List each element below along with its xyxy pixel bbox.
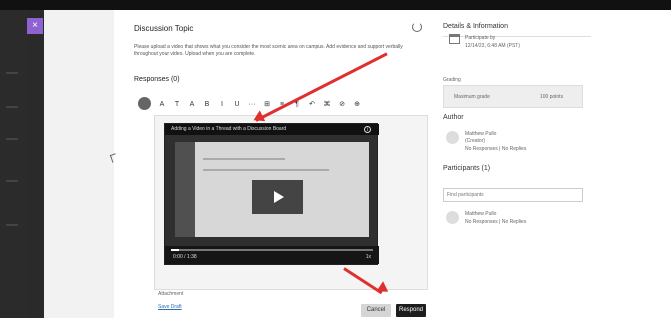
- insert-button[interactable]: ⊕: [353, 100, 361, 108]
- participants-search-input[interactable]: Find participants: [443, 188, 583, 202]
- link-button[interactable]: ⌘: [323, 100, 331, 108]
- grading-box: Maximum grade 100 points: [443, 85, 583, 108]
- participate-by-label: Participate by: [465, 35, 496, 41]
- respond-button[interactable]: Respond: [396, 304, 426, 317]
- responses-heading: Responses (0): [134, 76, 180, 83]
- avatar: [138, 97, 151, 110]
- video-time: 0:00 / 1:38: [173, 254, 197, 260]
- table-button[interactable]: ⊞: [263, 100, 271, 108]
- more-button[interactable]: ···: [248, 101, 256, 108]
- participants-title: Participants (1): [443, 165, 491, 172]
- embedded-video[interactable]: Adding a Video in a Thread with a Discus…: [164, 123, 379, 265]
- save-draft-link[interactable]: Save Draft: [158, 304, 182, 310]
- cancel-button[interactable]: Cancel: [361, 304, 391, 317]
- grade-points: 100 points: [540, 94, 564, 100]
- font-color-button[interactable]: A: [188, 101, 196, 108]
- close-icon[interactable]: ×: [27, 18, 43, 34]
- avatar: [446, 211, 459, 224]
- left-navigation-rail: [0, 10, 28, 318]
- attachment-button[interactable]: ⊘: [338, 100, 346, 108]
- video-text-line: [203, 169, 329, 171]
- rail-icon: [6, 224, 18, 226]
- playback-speed[interactable]: 1x: [366, 254, 371, 260]
- video-title: Adding a Video in a Thread with a Discus…: [165, 124, 379, 135]
- editor-toolbar: A T A B I U ··· ⊞ ≡ ¶ ↶ ⌘ ⊘ ⊕: [158, 98, 361, 110]
- text-format-button[interactable]: A: [158, 101, 166, 108]
- video-controls: 0:00 / 1:38 1x: [165, 246, 379, 264]
- rail-icon: [6, 72, 18, 74]
- video-sidebar: [175, 142, 195, 237]
- top-bar: [0, 0, 671, 10]
- due-date: 12/14/23, 6:48 AM (PST): [465, 43, 521, 49]
- italic-button[interactable]: I: [218, 101, 226, 108]
- play-button[interactable]: [252, 180, 303, 214]
- video-text-line: [203, 158, 285, 160]
- heading-button[interactable]: T: [173, 101, 181, 108]
- details-title: Details & Information: [443, 23, 508, 30]
- rail-icon: [6, 106, 18, 108]
- play-icon: [274, 191, 284, 203]
- video-progress-fill: [171, 249, 179, 251]
- rail-icon: [6, 180, 18, 182]
- refresh-icon[interactable]: [412, 22, 422, 32]
- calendar-icon: [449, 34, 460, 44]
- participant-name: Matthew Pullo: [465, 211, 497, 217]
- bold-button[interactable]: B: [203, 101, 211, 108]
- attachment-label: Attachment: [158, 291, 184, 297]
- page-title: Discussion Topic: [134, 24, 194, 33]
- video-progress-track[interactable]: [171, 249, 373, 251]
- author-name: Matthew Pullo: [465, 131, 497, 137]
- app-frame: × Discussion Topic Please upload a video…: [0, 0, 671, 318]
- left-overlay: [44, 10, 114, 318]
- undo-button[interactable]: ↶: [308, 100, 316, 108]
- author-role: (Creator): [465, 138, 486, 144]
- author-title: Author: [443, 114, 464, 121]
- video-screen: [175, 142, 369, 237]
- grading-label: Grading: [443, 77, 461, 83]
- rail-icon: [6, 138, 18, 140]
- participant-stats: No Responses | No Replies: [465, 219, 527, 225]
- avatar: [446, 131, 459, 144]
- author-stats: No Responses | No Replies: [465, 146, 527, 152]
- details-sidebar: Details & Information Participate by 12/…: [443, 10, 591, 318]
- max-grade-label: Maximum grade: [454, 94, 490, 100]
- info-icon[interactable]: i: [364, 126, 371, 133]
- underline-button[interactable]: U: [233, 101, 241, 108]
